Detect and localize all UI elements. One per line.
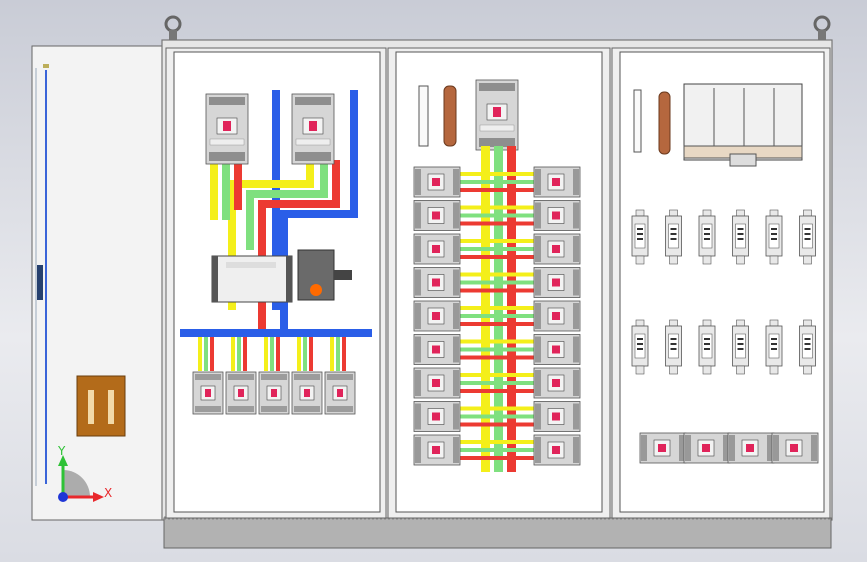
tap-bar [455,422,541,427]
tap-bar [455,440,541,444]
outgoing-breaker-4[interactable] [291,371,323,415]
tap-bar [455,288,541,293]
tap-bar [455,172,541,176]
terminal-strip-1 [418,85,429,147]
x-axis-label: X [104,486,112,500]
tap-bar [455,180,541,184]
terminal-strip-2 [633,89,642,153]
copper-terminal-bar-2 [658,91,671,155]
distribution-breaker-left[interactable] [413,334,461,365]
fuse-holder[interactable] [732,209,749,265]
tap-bar [455,247,541,251]
cad-viewport[interactable]: Y X [0,0,867,562]
tap-bar [455,339,541,344]
tap-bar [455,414,541,419]
fuse-holder[interactable] [631,319,649,375]
tap-bar [455,381,541,385]
distribution-breaker-right[interactable] [533,233,581,265]
tap-bar [455,355,541,360]
door-handle-icon [76,375,126,437]
distribution-breaker-right[interactable] [533,166,581,198]
distribution-breaker-left[interactable] [413,401,461,432]
tap-bar [455,306,541,310]
distribution-breaker-right[interactable] [533,401,581,432]
cabinet-door[interactable] [31,45,167,521]
distribution-breaker-right[interactable] [533,334,581,365]
tap-bar [455,389,541,393]
outgoing-breaker-5[interactable] [324,371,356,415]
tap-bar [455,213,541,218]
tap-bar [455,188,541,192]
tap-bar [455,314,541,318]
fuse-holder[interactable] [765,209,783,265]
incomer-breaker-2[interactable] [291,93,335,165]
main-distribution-breaker[interactable] [475,79,519,151]
tap-bar [455,347,541,352]
distribution-breaker-left[interactable] [413,367,461,399]
small-breaker-1[interactable] [639,432,687,464]
y-axis-label: Y [57,444,66,458]
fuse-holder[interactable] [732,319,749,375]
tap-bar [455,373,541,377]
distribution-breaker-right[interactable] [533,300,581,332]
outgoing-breaker-1[interactable] [192,371,224,415]
tap-bar [455,272,541,277]
incomer-breaker-1[interactable] [205,93,249,165]
outgoing-breaker-3[interactable] [258,371,290,415]
distribution-breaker-left[interactable] [413,233,461,265]
distribution-breaker-left[interactable] [413,434,461,466]
z-axis-dot-icon [58,492,68,502]
distribution-breaker-right[interactable] [533,200,581,231]
small-breaker-4[interactable] [771,432,819,464]
fuse-holder[interactable] [799,319,816,375]
distribution-breaker-right[interactable] [533,367,581,399]
neutral-busbar [180,329,372,337]
tap-bar [455,205,541,210]
fuse-holder[interactable] [698,319,716,375]
tap-bar [455,280,541,285]
distribution-breaker-right[interactable] [533,434,581,466]
tap-bar [455,239,541,243]
fuse-holder[interactable] [698,209,716,265]
tap-bar [455,456,541,460]
tap-bar [455,406,541,411]
tap-bar [455,448,541,452]
distribution-breaker-left[interactable] [413,300,461,332]
fuse-holder[interactable] [631,209,649,265]
outgoing-breaker-2[interactable] [225,371,257,415]
cabinet-plinth [163,517,832,549]
distribution-breaker-left[interactable] [413,166,461,198]
tap-bar [455,322,541,326]
distribution-breaker-left[interactable] [413,267,461,298]
small-breaker-2[interactable] [683,432,731,464]
duct-enclosure [683,83,803,167]
distribution-breaker-right[interactable] [533,267,581,298]
tap-bar [455,255,541,259]
copper-terminal-bar-1 [443,85,457,147]
door-lock-icon [37,265,43,300]
distribution-breaker-left[interactable] [413,200,461,231]
fuse-holder[interactable] [665,319,682,375]
small-breaker-3[interactable] [727,432,775,464]
fuse-holder[interactable] [799,209,816,265]
fuse-holder[interactable] [765,319,783,375]
busbar-support [211,255,293,303]
fuse-holder[interactable] [665,209,682,265]
tap-bar [455,221,541,226]
